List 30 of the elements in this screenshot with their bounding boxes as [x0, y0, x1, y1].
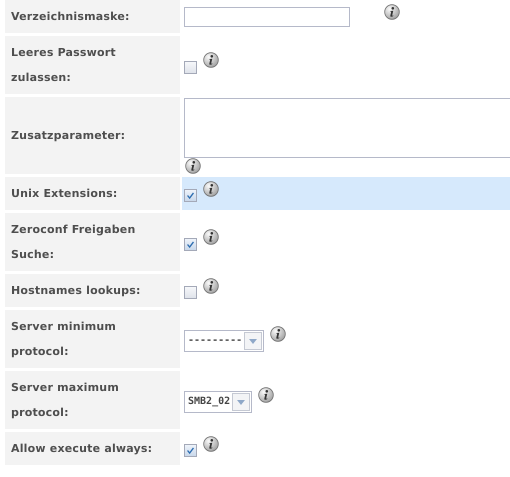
- field-label: Unix Extensions:: [5, 177, 180, 210]
- field-label: Hostnames lookups:: [5, 274, 180, 307]
- field-label: Verzeichnismaske:: [5, 0, 180, 33]
- field-label: Zeroconf Freigaben Suche:: [5, 213, 180, 271]
- checkbox[interactable]: [184, 286, 197, 299]
- info-icon[interactable]: [384, 4, 400, 20]
- checkbox[interactable]: [184, 444, 197, 457]
- info-icon[interactable]: [258, 387, 274, 403]
- checkmark-icon: [185, 190, 196, 201]
- field-label: Server maximum protocol:: [5, 371, 180, 429]
- checkmark-icon: [185, 445, 196, 456]
- dropdown[interactable]: SMB2_02: [184, 391, 252, 413]
- info-icon[interactable]: [203, 52, 219, 68]
- checkbox[interactable]: [184, 238, 197, 250]
- info-icon[interactable]: [270, 326, 286, 342]
- dropdown[interactable]: ---------: [184, 330, 264, 352]
- text-field[interactable]: [184, 6, 350, 26]
- info-icon[interactable]: [203, 229, 219, 245]
- info-icon[interactable]: [203, 278, 219, 294]
- field-label: Server minimum protocol:: [5, 310, 180, 368]
- caret-icon: [249, 338, 258, 344]
- info-icon[interactable]: [185, 158, 201, 174]
- field-label: Leeres Passwort zulassen:: [5, 36, 180, 94]
- checkbox[interactable]: [184, 189, 197, 202]
- caret-icon: [237, 400, 246, 404]
- field-label: Allow execute always:: [5, 432, 180, 465]
- info-icon[interactable]: [203, 436, 219, 452]
- field-label: Zusatzparameter:: [5, 97, 180, 174]
- info-icon[interactable]: [203, 180, 219, 196]
- checkbox[interactable]: [184, 60, 197, 74]
